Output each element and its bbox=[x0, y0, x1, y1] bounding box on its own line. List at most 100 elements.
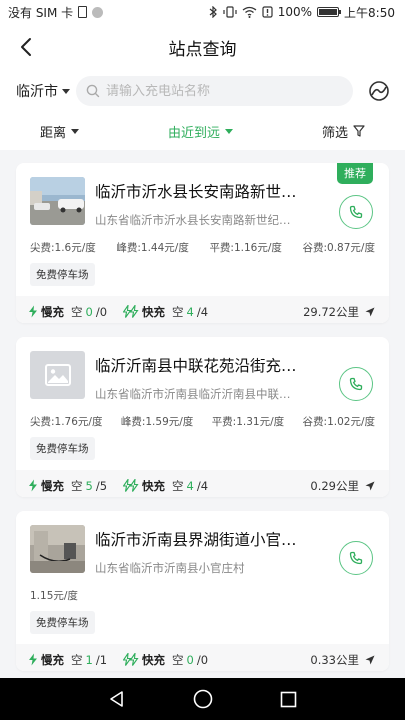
nav-back-icon[interactable] bbox=[108, 690, 126, 708]
wifi-icon bbox=[242, 6, 257, 18]
price-flat: 平费:1.16元/度 bbox=[209, 242, 282, 254]
price-high: 峰费:1.59元/度 bbox=[120, 416, 194, 428]
price-single: 1.15元/度 bbox=[30, 590, 78, 602]
slow-charger-info: 慢充 空 5/5 bbox=[28, 478, 107, 494]
sim-icon bbox=[78, 6, 88, 18]
slow-total: /0 bbox=[95, 304, 108, 319]
price-row: 1.15元/度 bbox=[16, 576, 389, 603]
station-list: 推荐 临沂市沂水县长安南路新世… 山东省临沂市沂水县长安南路新世纪… 尖费:1.… bbox=[0, 150, 405, 671]
slow-label: 慢充 bbox=[41, 478, 64, 493]
chevron-down-icon bbox=[71, 128, 80, 134]
distance-info[interactable]: 0.29公里 bbox=[310, 478, 375, 494]
vibrate-icon bbox=[223, 6, 237, 18]
page-title: 站点查询 bbox=[168, 39, 237, 60]
notification-dot-icon bbox=[92, 6, 104, 18]
chevron-down-icon bbox=[225, 128, 233, 134]
charger-summary: 慢充 空 5/5 快充 空 4/4 0.29公里 bbox=[16, 470, 389, 497]
system-nav-bar bbox=[0, 678, 405, 720]
fast-charge-icon bbox=[123, 479, 139, 492]
station-card[interactable]: 临沂沂南县中联花苑沿街充… 山东省临沂市沂南县临沂沂南县中联… 尖费:1.76元… bbox=[16, 337, 389, 497]
search-icon bbox=[86, 84, 100, 98]
phone-icon bbox=[349, 551, 363, 565]
phone-icon bbox=[349, 377, 363, 391]
fast-total: /4 bbox=[196, 304, 209, 319]
carrier-text: 没有 SIM 卡 bbox=[8, 5, 74, 20]
filter-screen[interactable]: 筛选 bbox=[322, 122, 365, 141]
image-placeholder-icon bbox=[30, 351, 85, 399]
station-address: 山东省临沂市沂南县小官庄村 bbox=[95, 561, 245, 575]
lightning-icon bbox=[29, 653, 37, 666]
fast-charge-icon bbox=[123, 653, 139, 666]
charger-summary: 慢充 空 1/1 快充 空 0/0 0.33公里 bbox=[16, 644, 389, 671]
station-name: 临沂沂南县中联花苑沿街充… bbox=[95, 357, 297, 375]
nav-home-icon[interactable] bbox=[193, 689, 213, 709]
fast-charger-info: 快充 空 0/0 bbox=[123, 652, 208, 668]
station-card[interactable]: 临沂市沂南县界湖街道小官… 山东省临沂市沂南县小官庄村 1.15元/度 免费停车… bbox=[16, 511, 389, 671]
distance-text: 0.29公里 bbox=[310, 478, 359, 493]
filter-distance-label: 距离 bbox=[40, 125, 67, 141]
price-peak: 尖费:1.6元/度 bbox=[30, 242, 96, 254]
back-button[interactable] bbox=[14, 34, 38, 60]
station-card[interactable]: 推荐 临沂市沂水县长安南路新世… 山东省临沂市沂水县长安南路新世纪… 尖费:1.… bbox=[16, 163, 389, 323]
station-address: 山东省临沂市沂水县长安南路新世纪… bbox=[95, 213, 291, 227]
slow-free-count: 0 bbox=[85, 304, 93, 319]
fast-total: /0 bbox=[196, 652, 209, 667]
slow-charger-info: 慢充 空 1/1 bbox=[28, 652, 107, 668]
station-name: 临沂市沂南县界湖街道小官… bbox=[95, 531, 297, 549]
map-switch-button[interactable] bbox=[365, 77, 393, 105]
call-button[interactable] bbox=[339, 367, 373, 401]
fast-charger-info: 快充 空 4/4 bbox=[123, 304, 208, 320]
parking-tag: 免费停车场 bbox=[30, 611, 95, 634]
filter-icon bbox=[353, 125, 365, 137]
slow-label: 慢充 bbox=[41, 652, 64, 667]
search-input[interactable] bbox=[106, 83, 343, 99]
battery-text: 100% bbox=[277, 5, 313, 19]
price-peak: 尖费:1.76元/度 bbox=[30, 416, 103, 428]
distance-text: 0.33公里 bbox=[310, 652, 359, 667]
fast-label: 快充 bbox=[142, 304, 166, 319]
phone-icon bbox=[349, 205, 363, 219]
recommend-badge: 推荐 bbox=[337, 163, 373, 184]
fast-charge-icon bbox=[123, 305, 139, 318]
parking-tag: 免费停车场 bbox=[30, 263, 95, 286]
navigate-arrow-icon bbox=[365, 307, 375, 316]
filter-bar: 距离 由近到远 筛选 bbox=[0, 112, 405, 150]
slow-total: /1 bbox=[95, 652, 108, 667]
station-name: 临沂市沂水县长安南路新世… bbox=[95, 183, 297, 201]
slow-free-count: 1 bbox=[85, 652, 93, 667]
alert-icon bbox=[262, 6, 273, 18]
distance-text: 29.72公里 bbox=[303, 304, 359, 319]
distance-info[interactable]: 29.72公里 bbox=[303, 304, 375, 320]
fast-charger-info: 快充 空 4/4 bbox=[123, 478, 208, 494]
station-address: 山东省临沂市沂南县临沂沂南县中联… bbox=[95, 387, 291, 401]
search-row: 临沂市 bbox=[0, 70, 405, 112]
call-button[interactable] bbox=[339, 195, 373, 229]
city-label: 临沂市 bbox=[16, 84, 58, 100]
filter-sort-label: 由近到远 bbox=[167, 125, 220, 141]
station-photo bbox=[30, 525, 85, 573]
filter-distance[interactable]: 距离 bbox=[40, 122, 80, 141]
price-valley: 谷费:0.87元/度 bbox=[302, 242, 375, 254]
fast-label: 快充 bbox=[142, 652, 166, 667]
map-switch-icon bbox=[369, 81, 389, 101]
price-row: 尖费:1.6元/度 峰费:1.44元/度 平费:1.16元/度 谷费:0.87元… bbox=[16, 228, 389, 255]
price-valley: 谷费:1.02元/度 bbox=[302, 416, 375, 428]
filter-screen-label: 筛选 bbox=[321, 125, 348, 141]
nav-recents-icon[interactable] bbox=[280, 691, 297, 708]
charger-summary: 慢充 空 0/0 快充 空 4/4 29.72公里 bbox=[16, 296, 389, 323]
fast-free-count: 4 bbox=[186, 304, 194, 319]
bluetooth-icon bbox=[209, 6, 217, 18]
slow-total: /5 bbox=[95, 478, 108, 493]
price-flat: 平费:1.31元/度 bbox=[211, 416, 285, 428]
navigate-arrow-icon bbox=[365, 655, 375, 664]
lightning-icon bbox=[29, 305, 37, 318]
station-photo bbox=[30, 177, 85, 225]
fast-label: 快充 bbox=[142, 478, 166, 493]
call-button[interactable] bbox=[339, 541, 373, 575]
city-selector[interactable]: 临沂市 bbox=[16, 81, 70, 101]
distance-info[interactable]: 0.33公里 bbox=[310, 652, 375, 668]
filter-sort[interactable]: 由近到远 bbox=[168, 122, 233, 141]
slow-charger-info: 慢充 空 0/0 bbox=[28, 304, 107, 320]
slow-label: 慢充 bbox=[41, 304, 64, 319]
clock-text: 上午8:50 bbox=[344, 5, 395, 20]
